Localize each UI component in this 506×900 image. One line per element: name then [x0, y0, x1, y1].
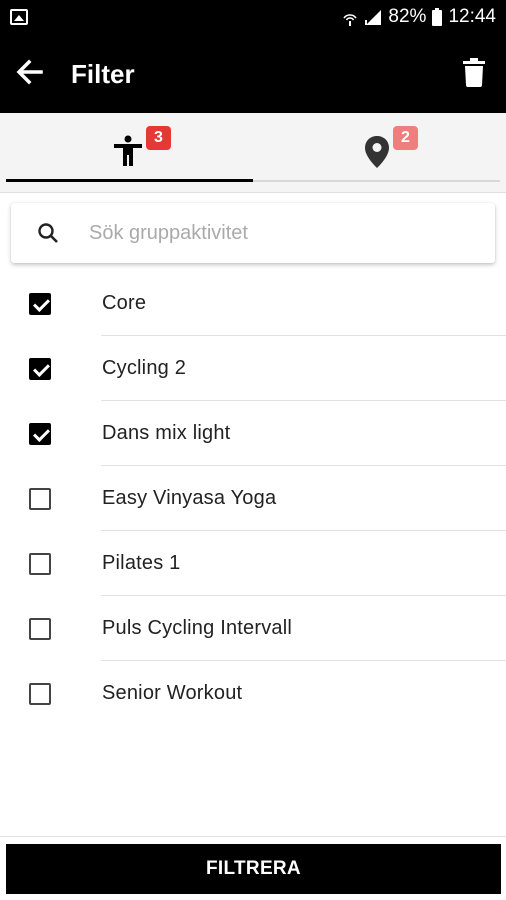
activity-list: Core Cycling 2 Dans mix light Easy Vinya…: [0, 271, 506, 726]
clock: 12:44: [448, 6, 496, 27]
location-count-badge: 2: [393, 126, 418, 150]
back-button[interactable]: [12, 54, 48, 90]
checkbox[interactable]: [29, 488, 51, 510]
battery-icon: [432, 8, 443, 26]
list-item[interactable]: Cycling 2: [0, 336, 506, 401]
person-icon: [114, 135, 142, 166]
delete-button[interactable]: [456, 54, 492, 90]
divider: [0, 836, 506, 837]
location-pin-icon: [365, 136, 389, 168]
tab-indicator-inactive: [253, 180, 500, 182]
filter-tabs: 3 2: [0, 113, 506, 193]
list-item-label: Puls Cycling Intervall: [102, 617, 293, 639]
list-item-label: Dans mix light: [102, 422, 231, 444]
app-bar: Filter: [0, 34, 506, 113]
search-icon: [38, 223, 58, 243]
list-item-label: Cycling 2: [102, 357, 187, 379]
checkbox[interactable]: [29, 358, 51, 380]
image-icon: [10, 9, 28, 25]
battery-percent: 82%: [388, 6, 427, 27]
trash-icon: [463, 58, 485, 87]
list-item-label: Senior Workout: [102, 682, 243, 704]
tab-locations[interactable]: 2: [253, 113, 506, 193]
activity-count-badge: 3: [146, 126, 171, 150]
checkbox[interactable]: [29, 683, 51, 705]
signal-icon: [364, 8, 382, 26]
search-box[interactable]: [11, 203, 495, 263]
filter-button[interactable]: FILTRERA: [6, 844, 501, 894]
checkbox[interactable]: [29, 618, 51, 640]
list-item[interactable]: Pilates 1: [0, 531, 506, 596]
list-item-label: Core: [102, 292, 147, 314]
checkbox[interactable]: [29, 553, 51, 575]
page-title: Filter: [71, 59, 135, 89]
list-item[interactable]: Easy Vinyasa Yoga: [0, 466, 506, 531]
list-item-label: Easy Vinyasa Yoga: [102, 487, 277, 509]
checkbox[interactable]: [29, 293, 51, 315]
search-input[interactable]: [89, 203, 479, 263]
wifi-calling-icon: [342, 9, 358, 26]
list-item-label: Pilates 1: [102, 552, 181, 574]
tab-activities[interactable]: 3: [0, 113, 253, 193]
list-item[interactable]: Puls Cycling Intervall: [0, 596, 506, 661]
status-indicators: 82% 12:44: [342, 0, 496, 34]
tab-indicator-active: [6, 179, 253, 182]
status-bar: 82% 12:44: [0, 0, 506, 34]
checkbox[interactable]: [29, 423, 51, 445]
list-item[interactable]: Core: [0, 271, 506, 336]
list-item[interactable]: Dans mix light: [0, 401, 506, 466]
list-item[interactable]: Senior Workout: [0, 661, 506, 726]
arrow-left-icon: [16, 59, 43, 85]
